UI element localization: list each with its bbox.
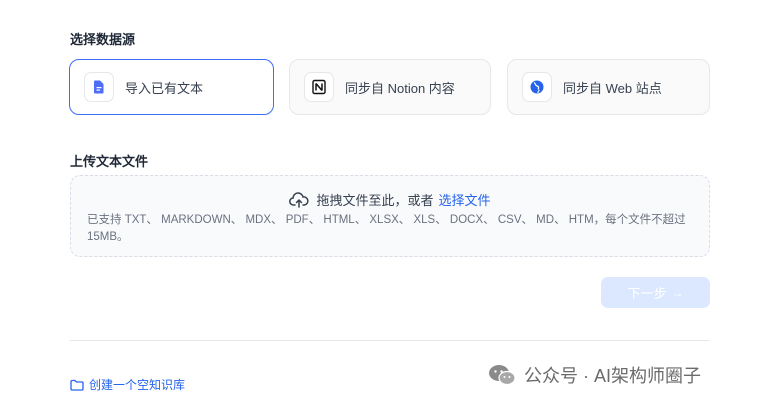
wechat-icon: [488, 364, 516, 386]
folder-icon: [70, 379, 84, 391]
create-empty-knowledge-base-link[interactable]: 创建一个空知识库: [70, 376, 185, 393]
source-label-import-text: 导入已有文本: [125, 80, 204, 96]
source-card-notion[interactable]: 同步自 Notion 内容: [289, 59, 491, 115]
divider: [70, 340, 710, 341]
watermark: 公众号 · AI架构师圈子: [488, 362, 701, 388]
cloud-upload-icon: [289, 191, 309, 208]
upload-dropzone[interactable]: 拖拽文件至此，或者 选择文件 已支持 TXT、 MARKDOWN、 MDX、 P…: [70, 175, 710, 257]
notion-icon: [304, 72, 334, 102]
source-card-import-text[interactable]: 导入已有文本: [69, 59, 274, 115]
upload-section-title: 上传文本文件: [70, 154, 149, 169]
supported-formats-hint: 已支持 TXT、 MARKDOWN、 MDX、 PDF、 HTML、 XLSX、…: [87, 214, 686, 243]
next-step-label: 下一步: [627, 286, 667, 301]
select-file-link[interactable]: 选择文件: [439, 190, 491, 209]
next-step-button[interactable]: 下一步 →: [601, 277, 710, 308]
watermark-text: 公众号 · AI架构师圈子: [524, 366, 702, 386]
web-globe-icon: [522, 72, 552, 102]
upload-drag-text: 拖拽文件至此，或者: [316, 193, 434, 208]
arrow-right-icon: →: [671, 285, 684, 300]
source-label-web: 同步自 Web 站点: [563, 80, 662, 96]
create-empty-label: 创建一个空知识库: [89, 378, 186, 392]
source-card-web[interactable]: 同步自 Web 站点: [507, 59, 710, 115]
choose-source-title: 选择数据源: [70, 32, 136, 47]
file-text-icon: [84, 72, 114, 102]
source-label-notion: 同步自 Notion 内容: [345, 80, 455, 96]
upload-drag-line: 拖拽文件至此，或者 选择文件: [71, 190, 709, 209]
